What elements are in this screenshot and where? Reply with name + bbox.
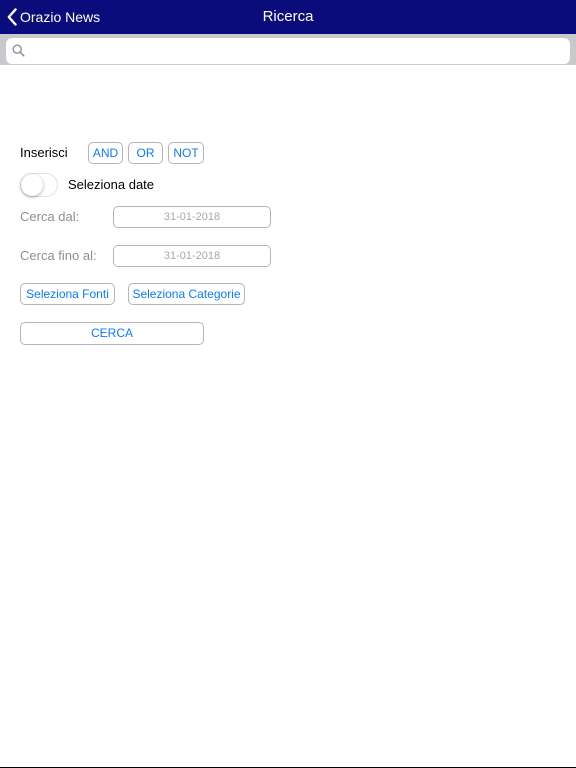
search-submit-button[interactable]: CERCA — [20, 322, 204, 345]
navigation-bar: Orazio News Ricerca — [0, 0, 576, 34]
and-operator-button[interactable]: AND — [88, 142, 123, 164]
from-date-label: Cerca dal: — [20, 209, 80, 224]
search-field[interactable] — [6, 38, 570, 64]
select-dates-label: Seleziona date — [68, 177, 155, 192]
to-date-label: Cerca fino al: — [20, 248, 97, 263]
select-categories-button[interactable]: Seleziona Categorie — [128, 283, 245, 305]
search-input[interactable] — [30, 38, 560, 64]
not-operator-button[interactable]: NOT — [168, 142, 204, 164]
search-icon — [12, 44, 25, 62]
from-date-field[interactable]: 31-01-2018 — [113, 206, 271, 228]
page-title: Ricerca — [262, 8, 314, 25]
select-dates-toggle[interactable] — [20, 173, 58, 197]
to-date-field[interactable]: 31-01-2018 — [113, 245, 271, 267]
insert-operator-label: Inserisci — [20, 145, 68, 160]
select-sources-button[interactable]: Seleziona Fonti — [20, 283, 115, 305]
or-operator-button[interactable]: OR — [128, 142, 163, 164]
toggle-knob — [21, 174, 43, 196]
search-bar — [0, 34, 576, 65]
